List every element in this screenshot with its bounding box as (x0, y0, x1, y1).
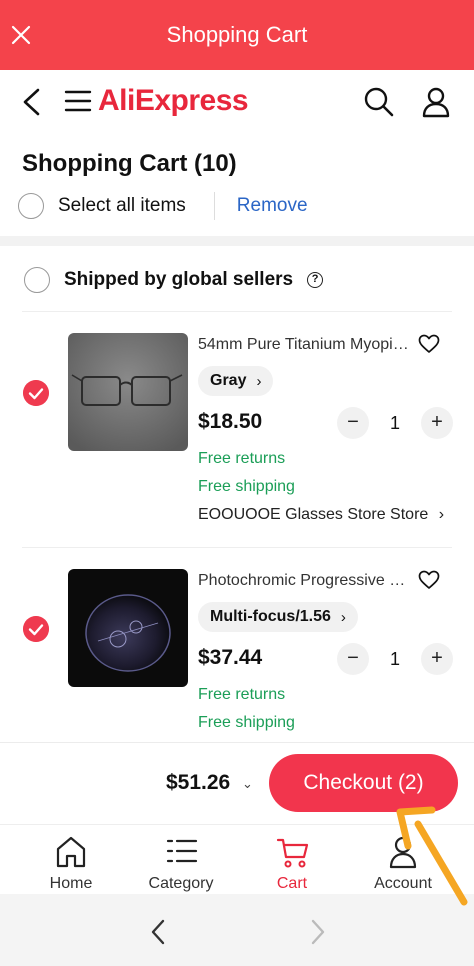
user-profile-icon[interactable] (420, 86, 452, 118)
item-checked-icon[interactable] (23, 380, 49, 406)
quantity-stepper: − 1 + (337, 407, 453, 439)
decrease-quantity-button[interactable]: − (337, 407, 369, 439)
variant-selector[interactable]: Gray › (198, 366, 274, 396)
store-name: EOOUOOE Glasses Store Store (198, 506, 429, 523)
help-icon[interactable]: ? (307, 272, 324, 288)
free-shipping-label: Free shipping (198, 478, 295, 495)
hamburger-menu-icon[interactable] (64, 88, 92, 114)
tab-category[interactable]: Category (126, 825, 236, 895)
section-divider (0, 236, 474, 246)
store-link[interactable]: EOOUOOE Glasses Store Store › (198, 506, 444, 524)
product-image-lens[interactable] (68, 569, 188, 687)
window-title: Shopping Cart (166, 22, 308, 47)
product-price: $37.44 (198, 646, 263, 669)
product-price: $18.50 (198, 410, 263, 433)
select-all-radio[interactable] (18, 193, 44, 219)
page-title: Shopping Cart (10) (22, 150, 237, 177)
title-bar: Shopping Cart (0, 0, 474, 70)
divider (213, 192, 215, 220)
list-icon (166, 839, 198, 863)
quantity-stepper: − 1 + (337, 643, 453, 675)
seller-group-header: Shipped by global sellers ? (24, 266, 324, 294)
product-title[interactable]: 54mm Pure Titanium Myopic Glasses Frame (198, 336, 410, 354)
browser-back-icon[interactable] (148, 918, 168, 946)
product-title[interactable]: Photochromic Progressive Lenses (198, 572, 410, 590)
browser-forward-icon[interactable] (308, 918, 328, 946)
item-checked-icon[interactable] (23, 616, 49, 642)
tab-label: Home (49, 875, 93, 892)
free-returns-label: Free returns (198, 686, 286, 703)
heart-icon[interactable] (418, 570, 440, 590)
cart-item: 54mm Pure Titanium Myopic Glasses Frame … (0, 312, 474, 523)
aliexpress-logo[interactable]: AliExpress (98, 84, 249, 118)
variant-label: Multi-focus/1.56 (210, 608, 331, 625)
variant-label: Gray (210, 372, 247, 389)
chevron-right-icon: › (438, 506, 445, 523)
cart-icon (276, 838, 309, 868)
remove-button[interactable]: Remove (237, 195, 308, 217)
seller-group-radio[interactable] (24, 267, 50, 293)
variant-selector[interactable]: Multi-focus/1.56 › (198, 602, 358, 632)
search-icon[interactable] (363, 86, 395, 118)
heart-icon[interactable] (418, 334, 440, 354)
select-all-row: Select all items Remove (18, 192, 308, 220)
annotation-arrow-icon (396, 806, 468, 906)
free-returns-label: Free returns (198, 450, 286, 467)
tab-home[interactable]: Home (16, 825, 126, 895)
app-header: AliExpress (0, 70, 474, 134)
chevron-right-icon: › (340, 608, 346, 626)
tab-label: Category (148, 875, 214, 892)
free-shipping-label: Free shipping (198, 714, 295, 731)
back-arrow-icon[interactable] (18, 87, 46, 117)
cart-total[interactable]: $51.26 (166, 771, 230, 795)
decrease-quantity-button[interactable]: − (337, 643, 369, 675)
increase-quantity-button[interactable]: + (421, 407, 453, 439)
chevron-right-icon: › (256, 372, 262, 390)
cart-item: Photochromic Progressive Lenses Multi-fo… (0, 548, 474, 748)
tab-cart[interactable]: Cart (237, 825, 347, 895)
tab-label: Cart (276, 875, 308, 892)
select-all-label[interactable]: Select all items (58, 195, 186, 217)
quantity-value[interactable]: 1 (369, 649, 421, 670)
chevron-down-icon[interactable]: ⌄ (242, 776, 253, 792)
seller-group-label: Shipped by global sellers (64, 269, 294, 290)
quantity-value[interactable]: 1 (369, 413, 421, 434)
increase-quantity-button[interactable]: + (421, 643, 453, 675)
product-image-glasses[interactable] (68, 333, 188, 451)
home-icon (56, 836, 86, 868)
